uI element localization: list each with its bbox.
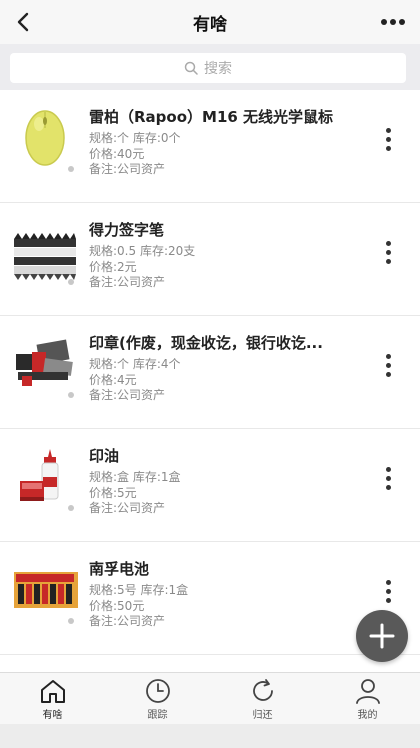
search-placeholder: 搜索 [204,61,232,77]
item-spec: 规格:盒 库存:1盒 [89,470,181,484]
tab-track[interactable]: 跟踪 [105,673,210,724]
item-spec: 规格:0.5 库存:20支 [89,244,196,258]
more-vertical-icon[interactable] [384,241,392,267]
item-price: 价格:50元 [89,598,145,613]
battery-image [14,572,78,608]
user-icon [355,679,380,704]
tab-label: 有啥 [42,710,63,721]
item-price: 价格:5元 [89,485,137,500]
tab-label: 归还 [252,710,273,721]
refresh-icon [252,679,273,701]
item-details: 规格:5号 库存:1盒 价格:50元 备注:公司资产 [89,583,188,630]
tab-label: 跟踪 [147,710,168,721]
plus-icon [369,623,395,649]
status-dot [68,618,74,624]
pens-image [14,233,76,280]
tab-bar: 有啥 跟踪 归还 我的 [0,672,420,724]
item-note: 备注:公司资产 [89,614,166,628]
mouse-image [25,110,65,166]
tab-home[interactable]: 有啥 [0,673,105,724]
item-name: 得力签字笔 [89,221,165,239]
more-vertical-icon[interactable] [384,467,392,493]
list-item[interactable]: 雷柏（Rapoo）M16 无线光学鼠标 规格:个 库存:0个 价格:40元 备注… [0,90,420,203]
tab-return[interactable]: 归还 [210,673,315,724]
item-note: 备注:公司资产 [89,275,166,289]
navigation-bar: 有啥 [0,0,420,44]
home-icon [40,680,65,703]
item-details: 规格:盒 库存:1盒 价格:5元 备注:公司资产 [89,470,181,517]
more-horizontal-icon[interactable] [376,8,410,36]
item-note: 备注:公司资产 [89,501,166,515]
item-note: 备注:公司资产 [89,388,166,402]
status-dot [68,279,74,285]
status-dot [68,166,74,172]
item-spec: 规格:个 库存:4个 [89,357,181,371]
more-vertical-icon[interactable] [384,128,392,154]
home-indicator-area [0,724,420,748]
item-details: 规格:个 库存:4个 价格:4元 备注:公司资产 [89,357,181,404]
item-details: 规格:0.5 库存:20支 价格:2元 备注:公司资产 [89,244,195,291]
tab-label: 我的 [357,710,378,721]
page-title: 有啥 [193,14,227,35]
list-item[interactable]: 得力签字笔 规格:0.5 库存:20支 价格:2元 备注:公司资产 [0,203,420,316]
item-price: 价格:4元 [89,372,137,387]
item-details: 规格:个 库存:0个 价格:40元 备注:公司资产 [89,131,181,178]
search-bar: 搜索 [0,44,420,90]
ink-image [20,449,59,501]
status-dot [68,392,74,398]
search-input[interactable]: 搜索 [10,53,406,83]
more-vertical-icon[interactable] [384,580,392,606]
item-spec: 规格:个 库存:0个 [89,131,181,145]
tab-mine[interactable]: 我的 [315,673,420,724]
list-item[interactable]: 印油 规格:盒 库存:1盒 价格:5元 备注:公司资产 [0,429,420,542]
list-item[interactable]: 印章(作废，现金收讫，银行收讫... 规格:个 库存:4个 价格:4元 备注:公… [0,316,420,429]
clock-icon [145,679,170,703]
item-price: 价格:2元 [89,259,137,274]
search-icon [184,61,198,75]
item-name: 印油 [89,447,120,465]
item-name: 南孚电池 [89,560,150,578]
item-price: 价格:40元 [89,146,145,161]
item-list: 雷柏（Rapoo）M16 无线光学鼠标 规格:个 库存:0个 价格:40元 备注… [0,90,420,672]
more-vertical-icon[interactable] [384,354,392,380]
stamps-image [16,339,73,386]
status-dot [68,505,74,511]
add-item-button[interactable] [356,610,408,662]
chevron-left-icon[interactable] [10,8,38,36]
item-name: 雷柏（Rapoo）M16 无线光学鼠标 [89,108,334,126]
item-name: 印章(作废，现金收讫，银行收讫... [89,334,323,352]
item-spec: 规格:5号 库存:1盒 [89,583,189,597]
item-note: 备注:公司资产 [89,162,166,176]
